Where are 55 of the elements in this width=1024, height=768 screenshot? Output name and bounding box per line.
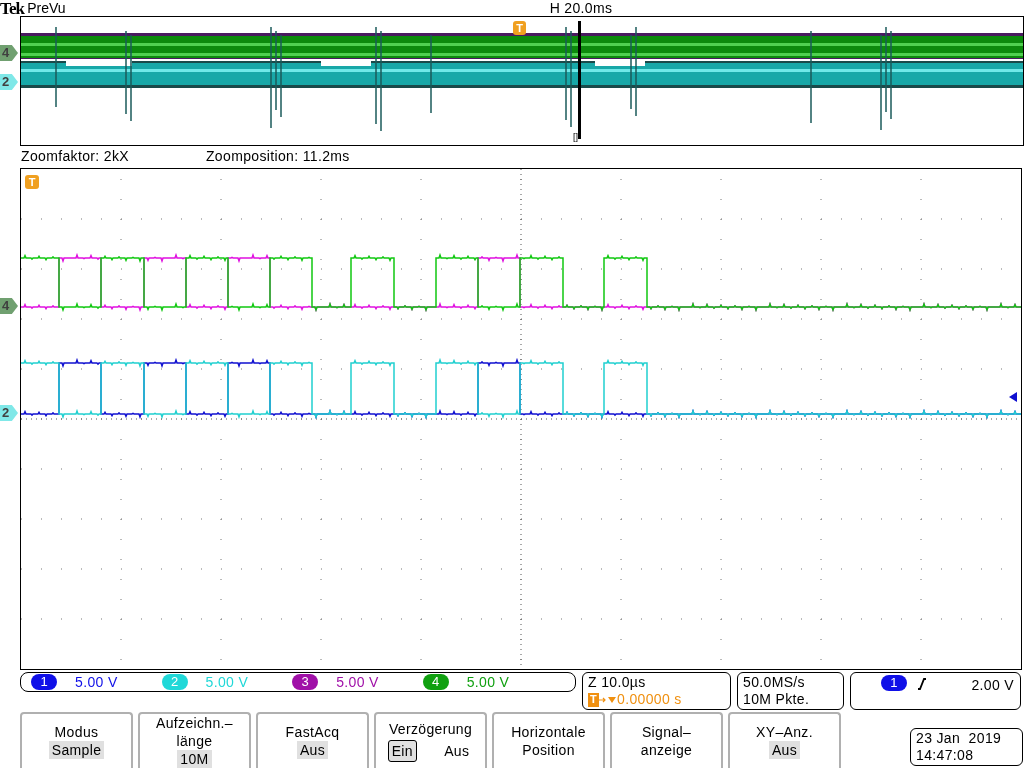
button-label: Signal– — [641, 723, 692, 741]
zoom-factor: Zoomfaktor: 2kX — [21, 147, 129, 166]
horizontal-scale: H 20.0ms — [549, 1, 613, 15]
zoom-scale: Z 10.0µs — [588, 674, 647, 691]
button-label: Horizontale — [511, 723, 586, 741]
button-value: Sample — [48, 741, 105, 759]
channel-marker: 4 — [0, 298, 18, 314]
trigger-marker: T — [25, 175, 39, 189]
time: 14:47:08 — [916, 747, 975, 764]
button-label: Modus — [54, 723, 99, 741]
button-label: XY–Anz. — [756, 723, 813, 741]
channel-number-badge: 3 — [292, 674, 319, 690]
menu-button[interactable]: FastAcq Aus — [256, 712, 369, 768]
channel-marker: 2 — [0, 405, 18, 421]
menu-button[interactable]: Signal– anzeige — [610, 712, 723, 768]
button-label: FastAcq — [285, 723, 340, 741]
trigger-marker: T — [513, 21, 526, 35]
toggle-option[interactable]: Aus — [440, 740, 474, 762]
channel-marker: 2 — [0, 74, 18, 90]
trigger-source-badge: 1 — [881, 675, 907, 691]
menu-button[interactable]: Modus Sample — [20, 712, 133, 768]
channel-scale: 5.00 V — [75, 672, 118, 692]
menu-button[interactable]: Verzögerung Ein Aus — [374, 712, 487, 768]
menu-button[interactable]: Horizontale Position — [492, 712, 605, 768]
date: 23 Jan 2019 — [916, 730, 1003, 747]
brand-logo: Tek — [0, 0, 25, 17]
trigger-level: 2.00 V — [971, 676, 1014, 695]
trigger-level-arrow-icon — [1009, 392, 1017, 402]
zoom-cursor-label: [] — [573, 133, 578, 142]
menu-button[interactable]: XY–Anz. Aus — [728, 712, 841, 768]
toggle-option[interactable]: Ein — [387, 740, 417, 762]
mode-label: PreVu — [27, 1, 66, 15]
button-value: Aus — [768, 741, 801, 759]
channel-scale: 5.00 V — [336, 672, 379, 692]
button-label: Aufzeichn.– — [156, 714, 233, 732]
channel-number-badge: 2 — [161, 674, 188, 690]
sample-rate: 50.0MS/s — [743, 674, 806, 691]
trigger-position: 0.00000 s — [617, 691, 682, 708]
channel-marker: 4 — [0, 45, 18, 61]
channel-scale: 5.00 V — [205, 672, 249, 692]
button-label: anzeige — [640, 741, 693, 759]
button-label: Position — [522, 741, 575, 759]
trigger-icon: T — [588, 692, 599, 707]
rising-edge-icon — [917, 678, 927, 690]
arrow-right-down-icon — [599, 694, 617, 705]
button-value: 10M — [177, 750, 212, 768]
channel-number-badge: 1 — [31, 674, 57, 690]
button-label: länge — [176, 732, 213, 750]
channel-number-badge: 4 — [422, 674, 449, 690]
button-value: Aus — [296, 741, 329, 759]
channel-scale: 5.00 V — [466, 672, 510, 692]
menu-button[interactable]: Aufzeichn.– länge 10M — [138, 712, 251, 768]
zoom-position: Zoomposition: 11.2ms — [205, 147, 350, 166]
record-length: 10M Pkte. — [743, 691, 811, 708]
button-label: Verzögerung — [388, 720, 473, 738]
